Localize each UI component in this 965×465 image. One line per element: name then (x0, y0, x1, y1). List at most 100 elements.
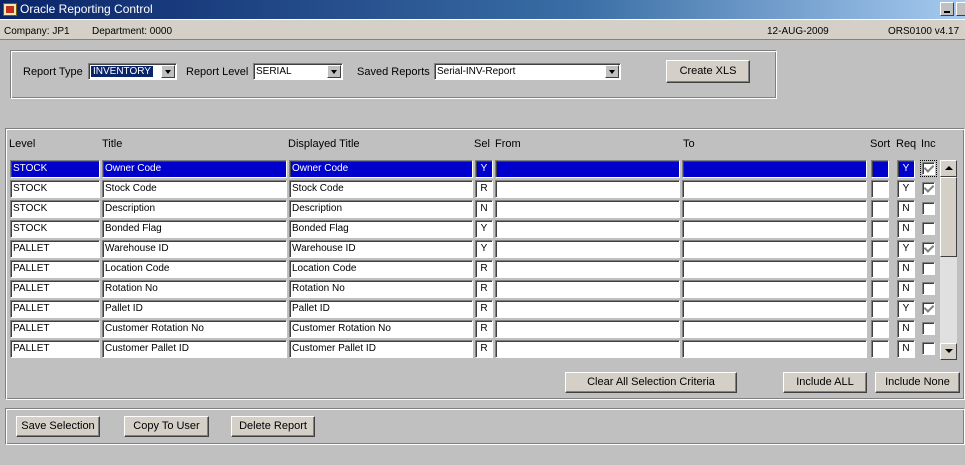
to-input[interactable] (682, 320, 867, 338)
inc-checkbox[interactable] (922, 322, 935, 335)
sel-cell[interactable]: N (475, 200, 493, 218)
sort-input[interactable] (871, 200, 889, 218)
req-cell[interactable]: N (897, 220, 915, 238)
to-input[interactable] (682, 180, 867, 198)
title-cell[interactable]: Location Code (102, 260, 287, 278)
from-input[interactable] (495, 260, 680, 278)
to-input[interactable] (682, 280, 867, 298)
delete-report-button[interactable]: Delete Report (231, 416, 315, 437)
chevron-down-icon[interactable] (605, 65, 619, 78)
inc-checkbox[interactable] (920, 160, 937, 177)
displayed-title-cell[interactable]: Bonded Flag (289, 220, 473, 238)
displayed-title-cell[interactable]: Rotation No (289, 280, 473, 298)
sel-cell[interactable]: R (475, 340, 493, 358)
level-cell[interactable]: STOCK (10, 220, 100, 238)
title-cell[interactable]: Rotation No (102, 280, 287, 298)
chevron-down-icon[interactable] (327, 65, 341, 78)
req-cell[interactable]: Y (897, 180, 915, 198)
title-cell[interactable]: Stock Code (102, 180, 287, 198)
from-input[interactable] (495, 160, 680, 178)
scroll-thumb[interactable] (940, 177, 957, 257)
req-cell[interactable]: Y (897, 300, 915, 318)
level-cell[interactable]: PALLET (10, 240, 100, 258)
from-input[interactable] (495, 280, 680, 298)
sort-input[interactable] (871, 180, 889, 198)
sel-cell[interactable]: R (475, 320, 493, 338)
level-cell[interactable]: STOCK (10, 200, 100, 218)
title-cell[interactable]: Warehouse ID (102, 240, 287, 258)
to-input[interactable] (682, 240, 867, 258)
level-cell[interactable]: PALLET (10, 260, 100, 278)
from-input[interactable] (495, 320, 680, 338)
title-cell[interactable]: Description (102, 200, 287, 218)
close-icon[interactable] (956, 2, 965, 16)
displayed-title-cell[interactable]: Warehouse ID (289, 240, 473, 258)
from-input[interactable] (495, 300, 680, 318)
title-cell[interactable]: Bonded Flag (102, 220, 287, 238)
sort-input[interactable] (871, 320, 889, 338)
from-input[interactable] (495, 180, 680, 198)
clear-criteria-button[interactable]: Clear All Selection Criteria (565, 372, 737, 393)
from-input[interactable] (495, 200, 680, 218)
displayed-title-cell[interactable]: Owner Code (289, 160, 473, 178)
inc-checkbox[interactable] (922, 202, 935, 215)
req-cell[interactable]: N (897, 320, 915, 338)
scroll-up-icon[interactable] (940, 160, 957, 177)
sort-input[interactable] (871, 240, 889, 258)
sort-input[interactable] (871, 220, 889, 238)
report-level-select[interactable]: SERIAL (253, 63, 343, 80)
to-input[interactable] (682, 260, 867, 278)
displayed-title-cell[interactable]: Customer Rotation No (289, 320, 473, 338)
copy-to-user-button[interactable]: Copy To User (124, 416, 209, 437)
scroll-down-icon[interactable] (940, 343, 957, 360)
chevron-down-icon[interactable] (161, 65, 175, 78)
displayed-title-cell[interactable]: Stock Code (289, 180, 473, 198)
saved-reports-select[interactable]: Serial-INV-Report (434, 63, 621, 80)
from-input[interactable] (495, 240, 680, 258)
sel-cell[interactable]: R (475, 260, 493, 278)
level-cell[interactable]: PALLET (10, 300, 100, 318)
grid-scrollbar[interactable] (940, 160, 957, 360)
to-input[interactable] (682, 340, 867, 358)
level-cell[interactable]: STOCK (10, 160, 100, 178)
sort-input[interactable] (871, 340, 889, 358)
to-input[interactable] (682, 220, 867, 238)
displayed-title-cell[interactable]: Customer Pallet ID (289, 340, 473, 358)
req-cell[interactable]: N (897, 200, 915, 218)
sort-input[interactable] (871, 160, 889, 178)
title-cell[interactable]: Customer Pallet ID (102, 340, 287, 358)
sel-cell[interactable]: Y (475, 220, 493, 238)
title-cell[interactable]: Customer Rotation No (102, 320, 287, 338)
displayed-title-cell[interactable]: Location Code (289, 260, 473, 278)
sel-cell[interactable]: R (475, 300, 493, 318)
sel-cell[interactable]: Y (475, 240, 493, 258)
to-input[interactable] (682, 200, 867, 218)
sort-input[interactable] (871, 260, 889, 278)
inc-checkbox[interactable] (922, 242, 935, 255)
req-cell[interactable]: Y (897, 240, 915, 258)
report-type-select[interactable]: INVENTORY (88, 63, 177, 80)
oracle-forms-icon[interactable] (3, 3, 17, 16)
level-cell[interactable]: PALLET (10, 320, 100, 338)
req-cell[interactable]: N (897, 260, 915, 278)
title-cell[interactable]: Pallet ID (102, 300, 287, 318)
from-input[interactable] (495, 220, 680, 238)
create-xls-button[interactable]: Create XLS (666, 60, 750, 83)
req-cell[interactable]: Y (897, 160, 915, 178)
inc-checkbox[interactable] (922, 262, 935, 275)
from-input[interactable] (495, 340, 680, 358)
include-none-button[interactable]: Include None (875, 372, 960, 393)
inc-checkbox[interactable] (922, 342, 935, 355)
sort-input[interactable] (871, 280, 889, 298)
to-input[interactable] (682, 160, 867, 178)
sort-input[interactable] (871, 300, 889, 318)
displayed-title-cell[interactable]: Pallet ID (289, 300, 473, 318)
level-cell[interactable]: STOCK (10, 180, 100, 198)
req-cell[interactable]: N (897, 280, 915, 298)
level-cell[interactable]: PALLET (10, 340, 100, 358)
displayed-title-cell[interactable]: Description (289, 200, 473, 218)
inc-checkbox[interactable] (922, 222, 935, 235)
sel-cell[interactable]: R (475, 280, 493, 298)
sel-cell[interactable]: Y (475, 160, 493, 178)
title-cell[interactable]: Owner Code (102, 160, 287, 178)
